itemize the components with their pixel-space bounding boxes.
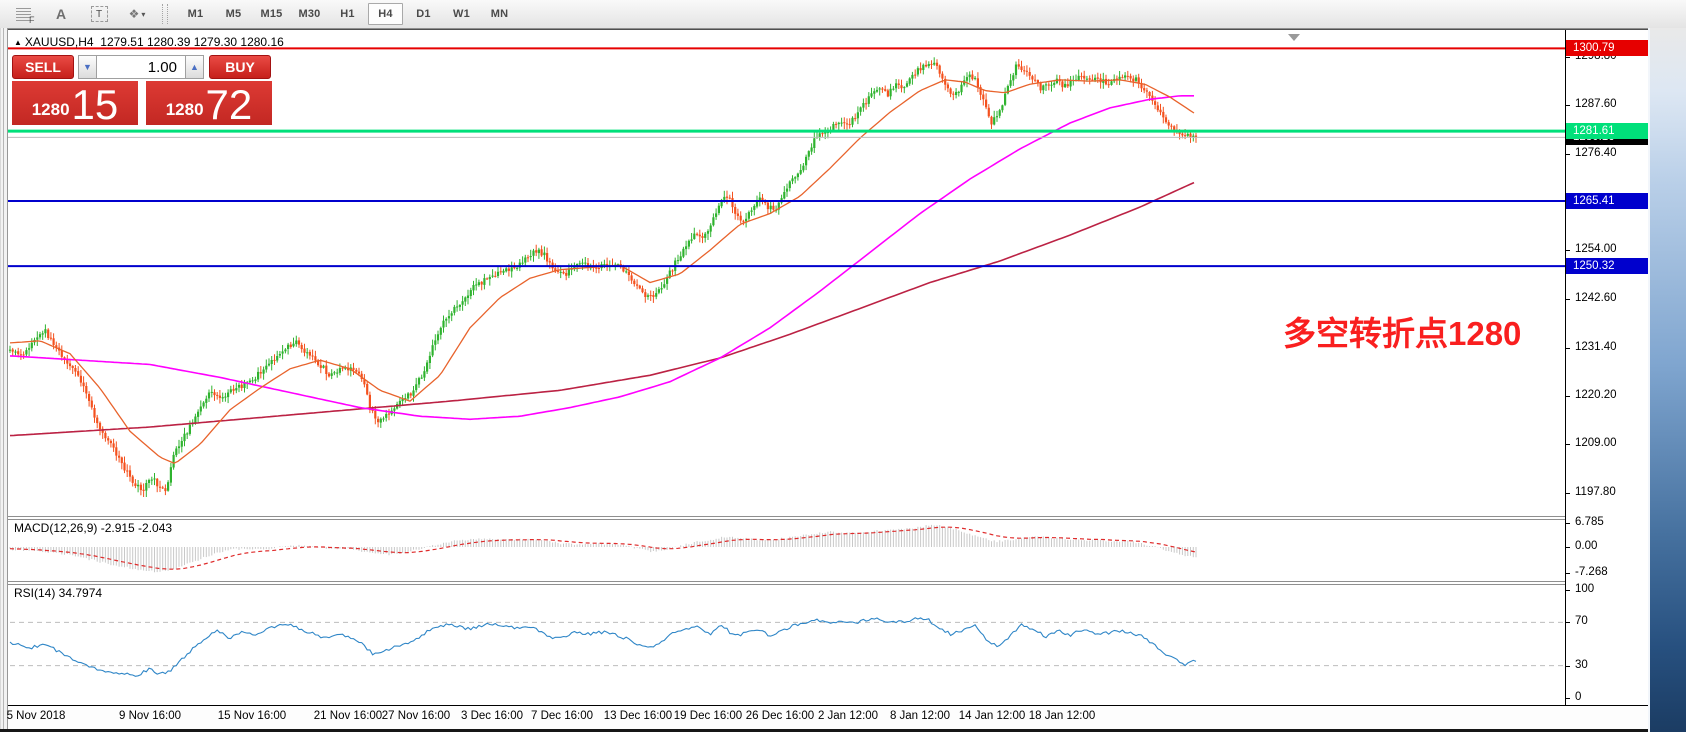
time-axis-label: 27 Nov 16:00: [382, 710, 450, 722]
price-tick-label: 1242.60: [1575, 292, 1617, 304]
tab-timeframe-H1[interactable]: H1: [330, 3, 365, 25]
time-axis-label: 2 Jan 12:00: [818, 710, 878, 722]
axis-tick-mark: [1566, 299, 1570, 300]
axis-tick-mark: [1566, 698, 1570, 699]
axis-tick-mark: [1566, 444, 1570, 445]
tab-timeframe-H4[interactable]: H4: [368, 3, 403, 25]
price-badge: 1265.41: [1566, 193, 1648, 209]
price-tick-label: 1231.40: [1575, 341, 1617, 353]
chart-annotation: 多空转折点1280: [1283, 307, 1521, 355]
sell-price-big: 1280: [32, 101, 70, 118]
chevron-down-icon[interactable]: ▾: [141, 10, 145, 19]
time-axis-label: 14 Jan 12:00: [959, 710, 1026, 722]
axis-tick-mark: [1566, 154, 1570, 155]
objects-icon[interactable]: ❖▾: [126, 4, 148, 24]
price-tick-label: 30: [1575, 659, 1588, 671]
time-axis-label: 18 Jan 12:00: [1029, 710, 1096, 722]
tab-timeframe-M5[interactable]: M5: [216, 3, 251, 25]
buy-button[interactable]: BUY: [209, 55, 271, 79]
timeframe-toolbar: M1M5M15M30H1H4D1W1MN: [178, 3, 517, 25]
axis-tick-mark: [1566, 573, 1570, 574]
tab-timeframe-D1[interactable]: D1: [406, 3, 441, 25]
axis-tick-mark: [1566, 622, 1570, 623]
toolbar: F A T ❖▾ M1M5M15M30H1H4D1W1MN: [0, 0, 1686, 29]
axis-tick-mark: [1566, 105, 1570, 106]
axis-tick-mark: [1566, 666, 1570, 667]
axis-tick-mark: [1566, 547, 1570, 548]
price-tick-label: 0.00: [1575, 540, 1597, 552]
price-tick-label: 1287.60: [1575, 98, 1617, 110]
axis-tick-mark: [1566, 523, 1570, 524]
sell-price-pips: 15: [72, 88, 119, 122]
chart-symbol-header: ▲XAUUSD,H4 1279.51 1280.39 1279.30 1280.…: [14, 35, 284, 49]
symbol-arrow-icon: ▲: [14, 38, 22, 47]
toolbar-icon-group: F A T ❖▾: [0, 4, 148, 24]
axis-tick-mark: [1566, 493, 1570, 494]
mt4-window: F A T ❖▾ M1M5M15M30H1H4D1W1MN ▲XAUUSD,H4…: [0, 0, 1686, 732]
price-tick-label: 0: [1575, 691, 1581, 703]
time-axis-label: 26 Dec 16:00: [746, 710, 814, 722]
price-tick-label: 100: [1575, 583, 1594, 595]
buy-price-pips: 72: [206, 88, 253, 122]
scroll-to-end-icon[interactable]: [1288, 34, 1300, 41]
axis-tick-mark: [1566, 396, 1570, 397]
chart-canvas[interactable]: [8, 30, 1565, 705]
sell-quote-panel[interactable]: 128015: [12, 81, 138, 125]
indicators-grid-icon: F: [16, 8, 31, 21]
boxed-t-icon: T: [91, 6, 108, 22]
price-tick-label: 1209.00: [1575, 437, 1617, 449]
price-tick-label: 1220.20: [1575, 389, 1617, 401]
rsi-indicator-label: RSI(14) 34.7974: [14, 586, 102, 600]
time-axis-label: 3 Dec 16:00: [461, 710, 523, 722]
volume-increase-button[interactable]: ▲: [185, 55, 204, 79]
tab-timeframe-M15[interactable]: M15: [254, 3, 289, 25]
price-tick-label: 6.785: [1575, 516, 1604, 528]
axis-tick-mark: [1566, 590, 1570, 591]
price-axis[interactable]: 1298.801287.601276.401254.001242.601231.…: [1565, 30, 1649, 706]
price-tick-label: 1276.40: [1575, 147, 1617, 159]
volume-input[interactable]: [97, 55, 185, 79]
text-box-icon[interactable]: T: [88, 4, 110, 24]
time-axis-label: 7 Dec 16:00: [531, 710, 593, 722]
price-tick-label: 1254.00: [1575, 243, 1617, 255]
axis-tick-mark: [1566, 57, 1570, 58]
volume-decrease-button[interactable]: ▼: [78, 55, 97, 79]
price-tick-label: 70: [1575, 615, 1588, 627]
text-label-icon[interactable]: A: [50, 4, 72, 24]
time-axis-label: 19 Dec 16:00: [674, 710, 742, 722]
time-axis-label: 13 Dec 16:00: [604, 710, 672, 722]
sell-button[interactable]: SELL: [12, 55, 74, 79]
window-right-border: [1648, 28, 1686, 732]
macd-indicator-label: MACD(12,26,9) -2.915 -2.043: [14, 521, 172, 535]
time-axis[interactable]: 5 Nov 2018 9 Nov 16:00 15 Nov 16:00 21 Nov …: [8, 706, 1648, 729]
price-badge: 1281.61: [1566, 123, 1648, 139]
buy-price-big: 1280: [166, 101, 204, 118]
indicators-list-icon[interactable]: F: [12, 4, 34, 24]
time-axis-label: 21 Nov 16:00: [314, 710, 382, 722]
axis-tick-mark: [1566, 348, 1570, 349]
price-tick-label: 1197.80: [1575, 486, 1616, 498]
time-axis-label: 5 Nov 2018: [7, 710, 66, 722]
buy-quote-panel[interactable]: 128072: [146, 81, 272, 125]
tab-timeframe-W1[interactable]: W1: [444, 3, 479, 25]
ohlc-values: 1279.51 1280.39 1279.30 1280.16: [100, 35, 284, 49]
letter-a-icon: A: [56, 6, 66, 22]
axis-tick-mark: [1566, 250, 1570, 251]
chart-window[interactable]: ▲XAUUSD,H4 1279.51 1280.39 1279.30 1280.…: [8, 30, 1565, 706]
time-axis-label: 15 Nov 16:00: [218, 710, 286, 722]
window-left-border: [0, 28, 8, 732]
tab-timeframe-M1[interactable]: M1: [178, 3, 213, 25]
symbol-timeframe-label: XAUUSD,H4: [25, 35, 94, 49]
tab-timeframe-MN[interactable]: MN: [482, 3, 517, 25]
time-axis-label: 8 Jan 12:00: [890, 710, 950, 722]
price-badge: 1250.32: [1566, 258, 1648, 274]
buy-button-label: BUY: [225, 59, 255, 75]
time-axis-label: 9 Nov 16:00: [119, 710, 181, 722]
price-badge: 1300.79: [1566, 40, 1648, 56]
price-tick-label: -7.268: [1575, 566, 1608, 578]
diamonds-icon: ❖: [129, 7, 140, 21]
sell-button-label: SELL: [25, 59, 61, 75]
toolbar-separator: [162, 4, 168, 24]
tab-timeframe-M30[interactable]: M30: [292, 3, 327, 25]
